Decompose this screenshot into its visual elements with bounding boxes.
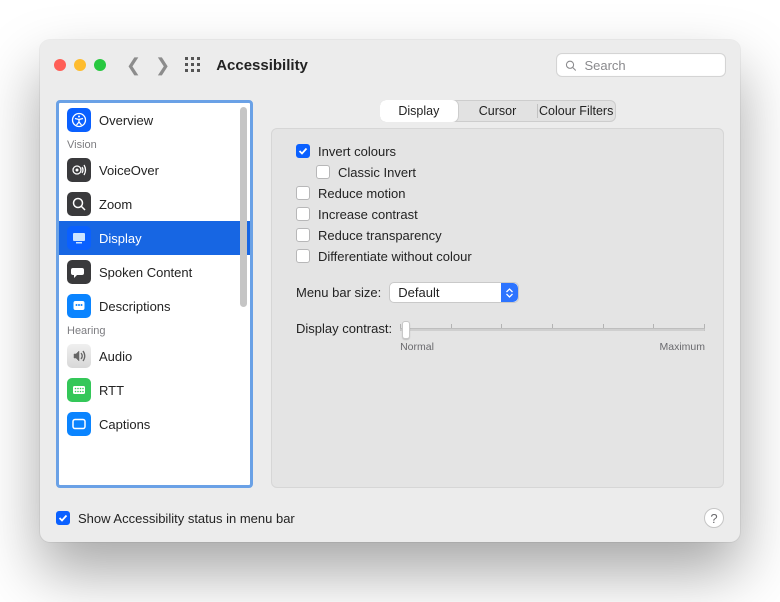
footer: Show Accessibility status in menu bar ? — [40, 498, 740, 542]
tab-cursor[interactable]: Cursor — [458, 100, 537, 122]
nav-arrows: ❮ ❯ — [126, 55, 170, 76]
sidebar-item-label: Display — [99, 231, 142, 246]
accessibility-icon — [67, 108, 91, 132]
sidebar-section-hearing: Hearing — [59, 323, 250, 339]
scrollbar-thumb[interactable] — [240, 107, 247, 307]
sidebar-item-spoken-content[interactable]: Spoken Content — [59, 255, 250, 289]
minimize-window-button[interactable] — [74, 59, 86, 71]
preferences-window: ❮ ❯ Accessibility Overv — [40, 40, 740, 542]
window-controls — [54, 59, 106, 71]
contrast-max-label: Maximum — [659, 341, 705, 353]
zoom-icon — [67, 192, 91, 216]
display-settings-group: Invert colours Classic Invert Reduce mot… — [271, 128, 724, 488]
sidebar-item-label: Descriptions — [99, 299, 171, 314]
audio-icon — [67, 344, 91, 368]
sidebar-item-overview[interactable]: Overview — [59, 103, 250, 137]
slider-thumb[interactable] — [402, 321, 410, 339]
content: Overview Vision VoiceOver Zoom — [40, 90, 740, 498]
search-input[interactable] — [582, 57, 717, 74]
sidebar-item-label: Audio — [99, 349, 132, 364]
increase-contrast-checkbox[interactable] — [296, 207, 310, 221]
sidebar-item-captions[interactable]: Captions — [59, 407, 250, 441]
differentiate-checkbox[interactable] — [296, 249, 310, 263]
search-icon — [565, 59, 576, 72]
show-status-label: Show Accessibility status in menu bar — [78, 511, 295, 526]
spoken-content-icon — [67, 260, 91, 284]
sidebar-item-label: Zoom — [99, 197, 132, 212]
sidebar-item-label: VoiceOver — [99, 163, 159, 178]
menu-bar-size-popup[interactable]: Default — [389, 282, 519, 303]
settings-pane: Display Cursor Colour Filters Invert col… — [271, 100, 724, 488]
display-contrast-label: Display contrast: — [296, 319, 392, 336]
menu-bar-size-value: Default — [398, 285, 439, 300]
captions-icon — [67, 412, 91, 436]
sidebar-scrollbar[interactable] — [240, 107, 248, 481]
search-field[interactable] — [556, 53, 726, 77]
sidebar-item-audio[interactable]: Audio — [59, 339, 250, 373]
window-title: Accessibility — [216, 57, 308, 74]
reduce-motion-checkbox[interactable] — [296, 186, 310, 200]
differentiate-label: Differentiate without colour — [318, 249, 472, 264]
tab-display[interactable]: Display — [380, 100, 459, 122]
invert-colours-checkbox[interactable] — [296, 144, 310, 158]
menu-bar-size-label: Menu bar size: — [296, 285, 381, 300]
tab-colour-filters[interactable]: Colour Filters — [537, 100, 616, 122]
toolbar: ❮ ❯ Accessibility — [40, 40, 740, 90]
reduce-transparency-label: Reduce transparency — [318, 228, 442, 243]
descriptions-icon — [67, 294, 91, 318]
popup-stepper-icon — [501, 283, 518, 302]
sidebar-item-zoom[interactable]: Zoom — [59, 187, 250, 221]
reduce-motion-label: Reduce motion — [318, 186, 405, 201]
classic-invert-checkbox[interactable] — [316, 165, 330, 179]
back-button[interactable]: ❮ — [126, 55, 141, 76]
invert-colours-label: Invert colours — [318, 144, 396, 159]
show-status-checkbox[interactable] — [56, 511, 70, 525]
sidebar-item-label: Overview — [99, 113, 153, 128]
sidebar-item-label: Captions — [99, 417, 150, 432]
forward-button[interactable]: ❯ — [155, 55, 170, 76]
display-icon — [67, 226, 91, 250]
increase-contrast-label: Increase contrast — [318, 207, 418, 222]
sidebar-item-label: RTT — [99, 383, 124, 398]
close-window-button[interactable] — [54, 59, 66, 71]
voiceover-icon — [67, 158, 91, 182]
contrast-min-label: Normal — [400, 341, 434, 353]
sidebar-item-display[interactable]: Display — [59, 221, 250, 255]
zoom-window-button[interactable] — [94, 59, 106, 71]
sidebar-item-rtt[interactable]: RTT — [59, 373, 250, 407]
sidebar-item-label: Spoken Content — [99, 265, 192, 280]
help-button[interactable]: ? — [704, 508, 724, 528]
reduce-transparency-checkbox[interactable] — [296, 228, 310, 242]
display-contrast-slider[interactable] — [400, 319, 705, 339]
sidebar-item-voiceover[interactable]: VoiceOver — [59, 153, 250, 187]
sidebar-item-descriptions[interactable]: Descriptions — [59, 289, 250, 323]
tab-group: Display Cursor Colour Filters — [380, 100, 616, 122]
sidebar-section-vision: Vision — [59, 137, 250, 153]
classic-invert-label: Classic Invert — [338, 165, 416, 180]
sidebar: Overview Vision VoiceOver Zoom — [56, 100, 253, 488]
show-all-icon[interactable] — [184, 56, 202, 74]
rtt-icon — [67, 378, 91, 402]
